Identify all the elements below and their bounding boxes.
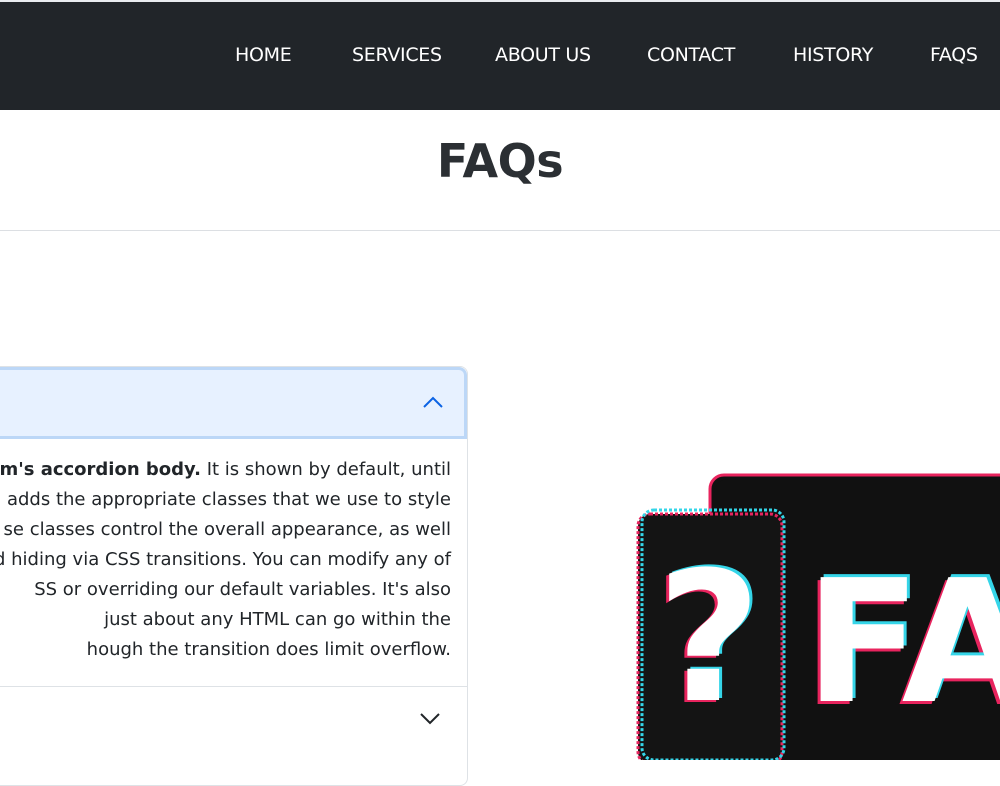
nav-link-contact[interactable]: CONTACT: [647, 42, 735, 68]
accordion-body-line-2: n adds the appropriate classes that we u…: [0, 489, 451, 510]
chevron-down-icon: [420, 713, 440, 725]
logo-faq-text: FAQ: [805, 544, 1000, 742]
nav-link-home[interactable]: HOME: [235, 42, 292, 68]
accordion-body-line-6: just about any HTML can go within the: [104, 609, 451, 630]
nav-link-services[interactable]: SERVICES: [352, 42, 442, 68]
faq-accordion: em's accordion body. It is shown by defa…: [0, 366, 468, 786]
nav-link-faqs[interactable]: FAQS: [930, 42, 978, 68]
logo-question-mark: ?: [657, 534, 761, 743]
accordion-body-line-7: hough the transition does limit overflow…: [86, 639, 451, 660]
accordion-body-text: It is shown by default, until: [200, 459, 451, 480]
accordion-body-line-4: d hiding via CSS transitions. You can mo…: [0, 549, 451, 570]
accordion-body-line-3: se classes control the overall appearanc…: [3, 519, 451, 540]
nav-link-about-us[interactable]: ABOUT US: [495, 42, 591, 68]
accordion-item-1-header[interactable]: [0, 367, 467, 439]
page-title: FAQs: [436, 134, 564, 188]
accordion-body-bold: em's accordion body.: [0, 459, 201, 480]
accordion-item-1-body: em's accordion body. It is shown by defa…: [0, 439, 467, 687]
top-navbar: HOME SERVICES ABOUT US CONTACT HISTORY F…: [0, 0, 1000, 110]
chevron-up-icon: [423, 396, 443, 408]
nav-link-history[interactable]: HISTORY: [793, 42, 873, 68]
accordion-body-line-1: em's accordion body. It is shown by defa…: [0, 455, 451, 485]
page-header: FAQs: [0, 110, 1000, 231]
faq-logo-image: ? ? ? FAQ FAQ FAQ: [636, 473, 1000, 760]
accordion-body-line-5: SS or overriding our default variables. …: [34, 579, 451, 600]
accordion-item-2-header[interactable]: [0, 687, 467, 751]
